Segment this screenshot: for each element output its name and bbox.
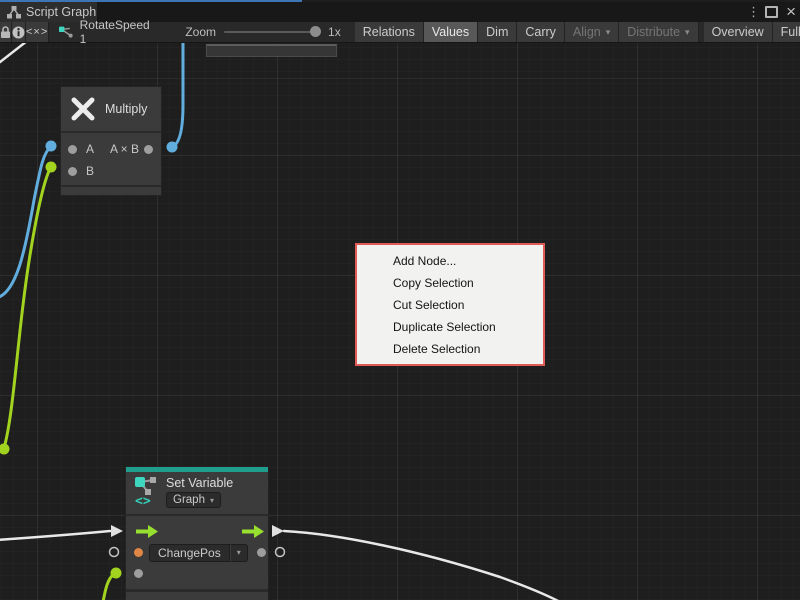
- node-footer: [126, 592, 268, 600]
- graph-icon: [7, 6, 21, 19]
- zoom-label: Zoom: [185, 25, 216, 39]
- flow-arrowhead-in[interactable]: [111, 525, 123, 537]
- carry-button[interactable]: Carry: [517, 22, 565, 42]
- menu-item-add-node[interactable]: Add Node...: [357, 250, 543, 272]
- full-screen-button[interactable]: Full Screen: [773, 22, 800, 42]
- port-a-dot[interactable]: [68, 145, 77, 154]
- variable-name-dropdown[interactable]: ChangePos ▾: [149, 544, 248, 562]
- chevron-down-icon[interactable]: ▾: [230, 544, 248, 562]
- lock-button[interactable]: [0, 22, 12, 42]
- blue-endpoint-multiply-a[interactable]: [46, 141, 57, 152]
- set-variable-icon: <>: [135, 476, 159, 507]
- chevron-down-icon: ▾: [606, 27, 611, 38]
- breadcrumb-label: RotateSpeed 1: [80, 18, 152, 46]
- value-port-dot[interactable]: [134, 548, 143, 557]
- fallback-port-dot[interactable]: [134, 569, 143, 578]
- close-icon[interactable]: ×: [786, 5, 796, 19]
- overview-button[interactable]: Overview: [704, 22, 773, 42]
- node-footer: [61, 187, 161, 195]
- node-title: Multiply: [105, 102, 147, 116]
- relations-button[interactable]: Relations: [355, 22, 424, 42]
- green-endpoint-setvar[interactable]: [111, 568, 122, 579]
- code-view-button[interactable]: <×>: [26, 22, 49, 42]
- multiply-icon: [70, 96, 96, 122]
- tab-label: Script Graph: [26, 5, 96, 19]
- maximize-icon[interactable]: [765, 6, 778, 18]
- menu-item-delete-selection[interactable]: Delete Selection: [357, 338, 543, 360]
- align-label: Align: [573, 25, 601, 39]
- graph-node-icon: [59, 26, 73, 39]
- scope-label: Graph: [173, 494, 205, 506]
- info-icon: [12, 26, 25, 39]
- menu-item-cut-selection[interactable]: Cut Selection: [357, 294, 543, 316]
- output-port-dot[interactable]: [257, 548, 266, 557]
- values-button[interactable]: Values: [424, 22, 478, 42]
- port-out-dot[interactable]: [144, 145, 153, 154]
- blue-endpoint-multiply-out[interactable]: [167, 142, 178, 153]
- port-b-dot[interactable]: [68, 167, 77, 176]
- distribute-label: Distribute: [627, 25, 680, 39]
- menu-item-duplicate-selection[interactable]: Duplicate Selection: [357, 316, 543, 338]
- node-set-variable[interactable]: <> Set Variable Graph ▾: [125, 466, 269, 600]
- flow-in-arrow-icon[interactable]: [136, 525, 158, 538]
- svg-text:<>: <>: [135, 494, 151, 507]
- menu-item-copy-selection[interactable]: Copy Selection: [357, 272, 543, 294]
- zoom-value: 1x: [328, 25, 341, 39]
- breadcrumb[interactable]: RotateSpeed 1: [49, 22, 161, 42]
- flow-arrowhead-out[interactable]: [272, 525, 284, 537]
- port-out-label: A × B: [110, 142, 139, 156]
- wire-blue-out: [172, 43, 183, 147]
- chevron-down-icon: ▾: [210, 496, 214, 505]
- variable-name: ChangePos: [149, 544, 230, 562]
- wire-green-left: [4, 167, 51, 448]
- wire-white-in: [0, 531, 110, 540]
- script-graph-window: Multiply A A × B B: [0, 0, 800, 600]
- green-endpoint-multiply-b[interactable]: [46, 162, 57, 173]
- distribute-button[interactable]: Distribute ▾: [619, 22, 698, 42]
- empty-port-right[interactable]: [276, 548, 285, 557]
- zoom-slider-knob[interactable]: [310, 26, 321, 37]
- port-b-label: B: [86, 164, 94, 178]
- variable-scope-dropdown[interactable]: Graph ▾: [166, 492, 221, 508]
- window-menu-icon[interactable]: ⋮: [747, 4, 757, 20]
- wire-green-bottom: [103, 574, 114, 600]
- node-multiply[interactable]: Multiply A A × B B: [60, 86, 162, 196]
- chevron-down-icon: ▾: [685, 27, 690, 38]
- flow-out-arrow-icon[interactable]: [242, 525, 264, 538]
- port-a-label: A: [86, 142, 94, 156]
- dim-button[interactable]: Dim: [478, 22, 517, 42]
- graph-toolbar: <×> RotateSpeed 1 Zoom 1x Relations Valu…: [0, 22, 800, 43]
- wire-white-topleft: [0, 43, 27, 66]
- context-menu: Add Node... Copy Selection Cut Selection…: [355, 243, 545, 366]
- node-title: Set Variable: [166, 476, 233, 490]
- lock-icon: [0, 26, 11, 39]
- info-button[interactable]: [12, 22, 26, 42]
- wire-white-out: [284, 531, 560, 600]
- zoom-slider[interactable]: [224, 31, 320, 33]
- empty-port-left[interactable]: [110, 548, 119, 557]
- align-button[interactable]: Align ▾: [565, 22, 619, 42]
- green-endpoint-left-edge[interactable]: [0, 444, 10, 455]
- window-focus-strip: [0, 0, 302, 2]
